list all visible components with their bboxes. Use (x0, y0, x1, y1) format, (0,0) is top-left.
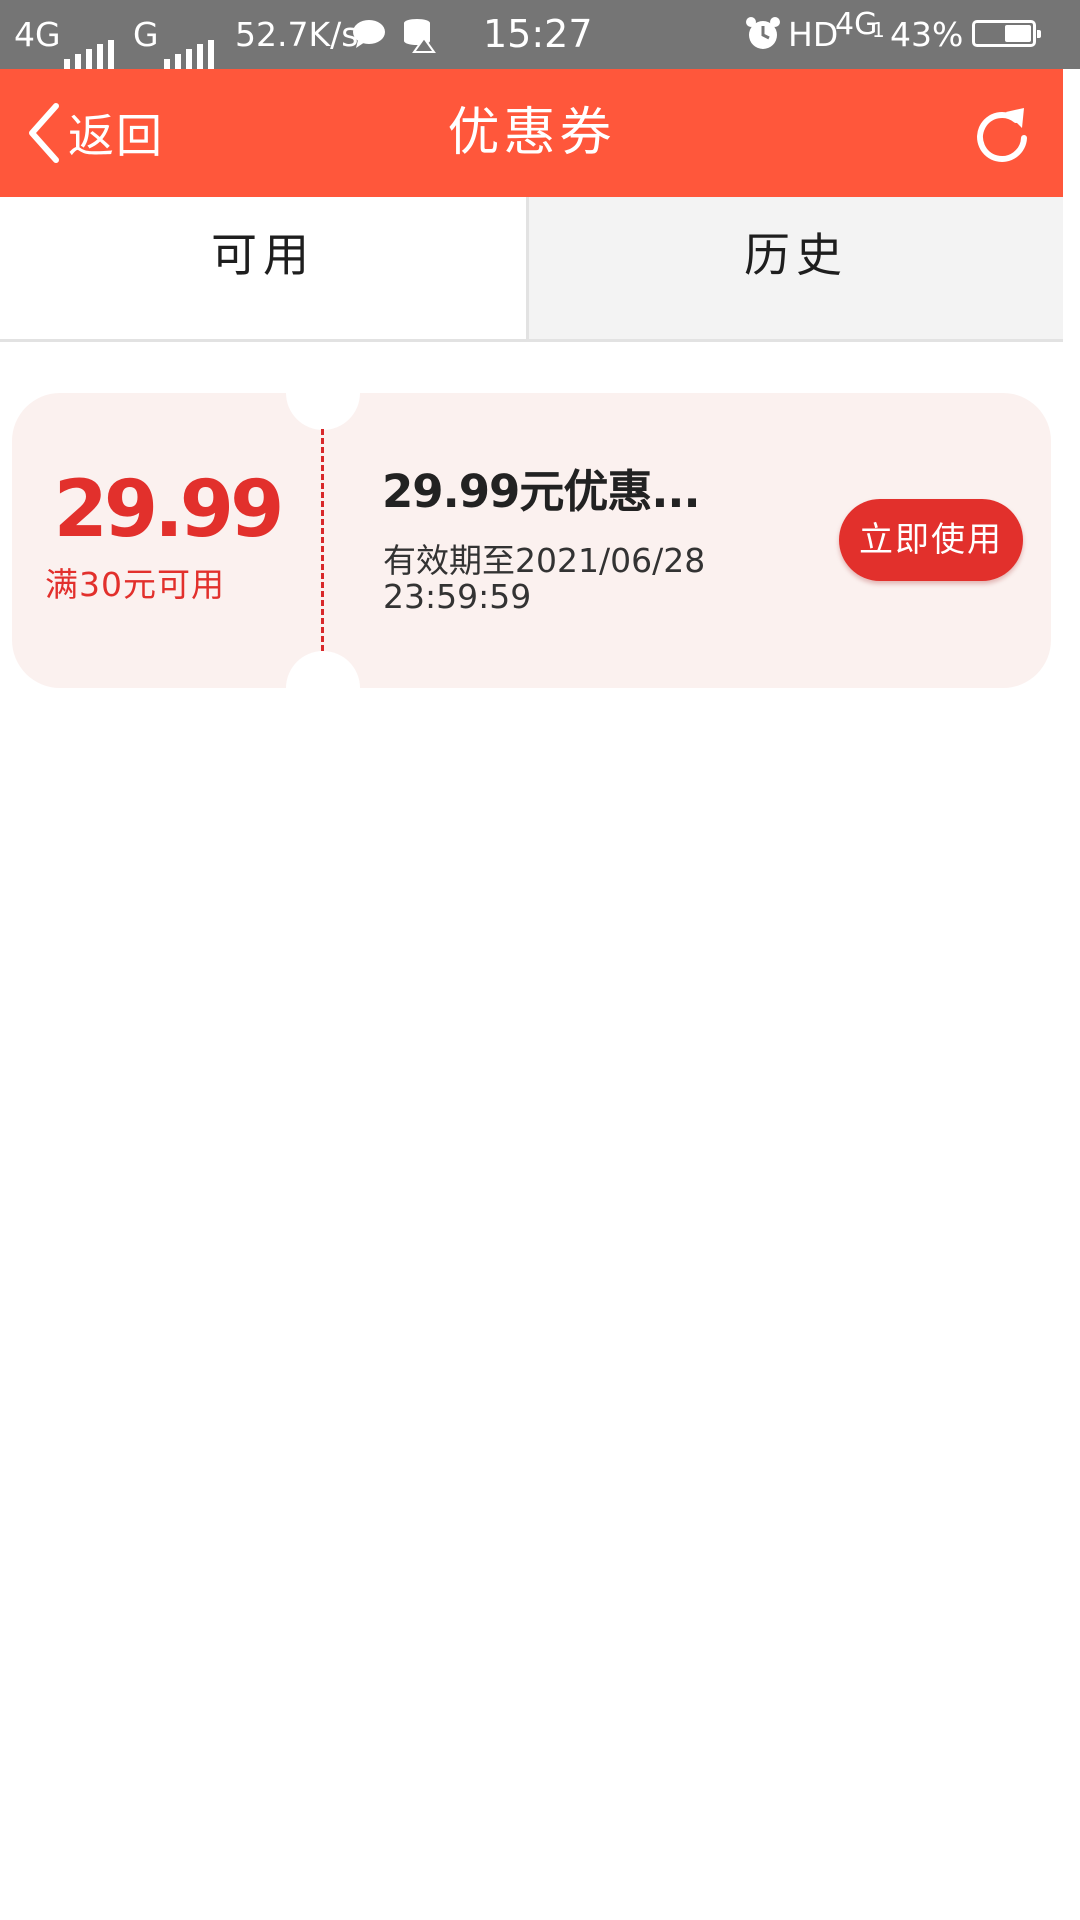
back-button[interactable]: 返回 (26, 69, 164, 197)
network-type-3: 4G (835, 7, 878, 42)
clock-time: 15:27 (483, 12, 593, 56)
use-now-button[interactable]: 立即使用 (839, 499, 1023, 581)
hd-indicator: HD (788, 15, 839, 54)
coupon-card: 29.99 满30元可用 29.99元优惠... 有效期至2021/06/28 … (12, 393, 1051, 688)
ticket-notch (286, 393, 360, 430)
back-label: 返回 (68, 109, 164, 163)
network-type-2: G (133, 15, 159, 54)
tab-history[interactable]: 历史 (529, 197, 1063, 339)
coupon-title: 29.99元优惠... (382, 465, 701, 518)
status-bar: 4G G 52.7K/s 15:27 HD 4G 1 43% (0, 0, 1080, 71)
ticket-notch (286, 651, 360, 688)
refresh-button[interactable] (972, 98, 1034, 168)
expiry-date: 有效期至2021/06/28 (383, 541, 706, 580)
chevron-left-icon (29, 103, 59, 163)
tab-available[interactable]: 可用 (0, 197, 529, 339)
battery-percent: 43% (890, 15, 964, 54)
battery-charging-icon (972, 20, 1041, 47)
network-type-1: 4G (14, 15, 61, 54)
database-alert-icon (402, 0, 436, 69)
network-speed: 52.7K/s (235, 15, 359, 54)
chat-bubble-icon (352, 0, 386, 69)
alarm-icon (745, 0, 781, 69)
expiry-time: 23:59:59 (383, 577, 532, 616)
coupon-condition: 满30元可用 (45, 565, 225, 604)
refresh-icon (977, 108, 1027, 162)
signal-icon (164, 0, 219, 71)
signal-icon (64, 0, 119, 71)
coupon-screen: 4G G 52.7K/s 15:27 HD 4G 1 43% 返回 优惠券 可用… (0, 0, 1080, 1920)
tab-bar: 可用 历史 (0, 197, 1063, 342)
app-header: 返回 优惠券 (0, 69, 1063, 197)
sim-slot: 1 (872, 18, 885, 42)
coupon-amount: 29.99 (53, 465, 285, 555)
coupon-expiry: 有效期至2021/06/28 23:59:59 (383, 543, 783, 615)
